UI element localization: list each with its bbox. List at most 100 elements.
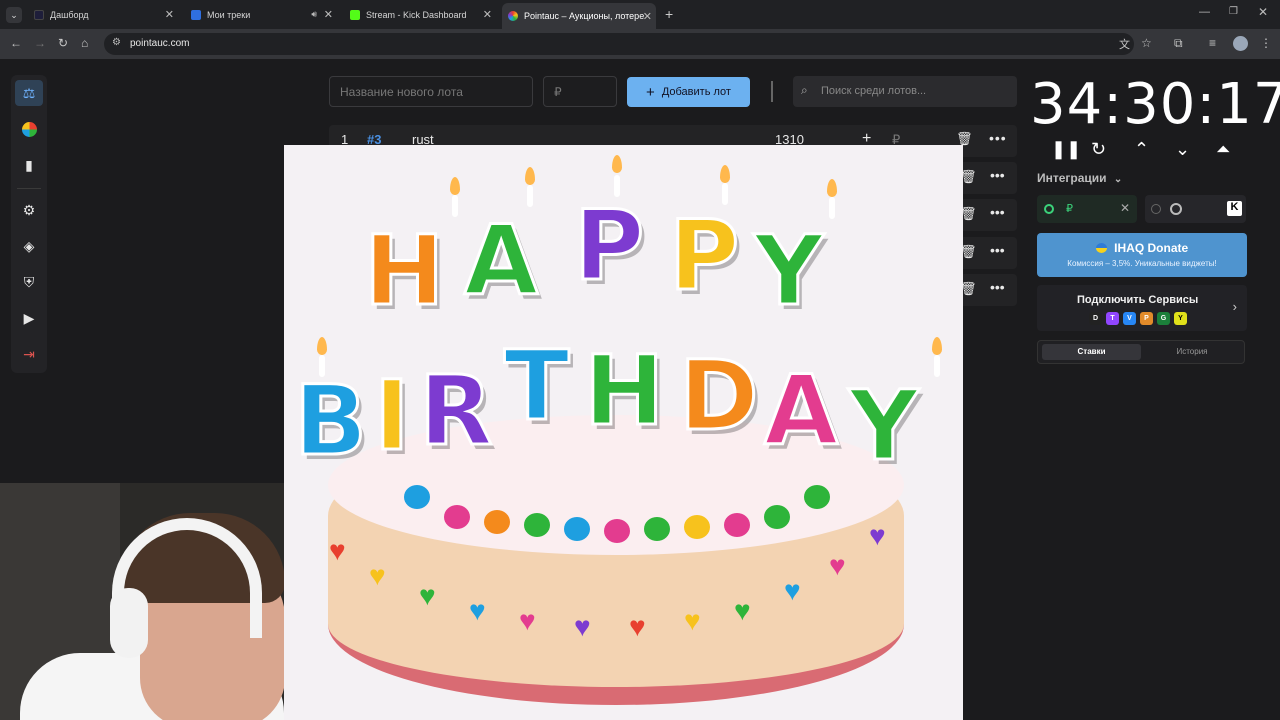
lot-row-actions: 🗑︎ •••	[955, 274, 1017, 306]
new-lot-name-placeholder: Название нового лота	[340, 85, 463, 99]
candy-dot	[644, 517, 670, 541]
candle	[934, 355, 940, 377]
candy-dot	[484, 510, 510, 534]
minimize-icon[interactable]: —	[1199, 6, 1210, 18]
radio-unselected-icon	[1151, 204, 1161, 214]
lot-row-actions: 🗑︎ •••	[955, 199, 1017, 231]
translate-icon[interactable]: 文	[1119, 36, 1130, 52]
tab-favicon-icon	[508, 11, 518, 21]
logout-icon[interactable]: ⇥	[15, 341, 43, 367]
candle	[452, 195, 458, 217]
new-tab-button[interactable]: +	[665, 6, 673, 22]
close-window-icon[interactable]: ✕	[1258, 5, 1268, 19]
more-options-icon[interactable]: •••	[990, 204, 1005, 220]
flame	[450, 177, 460, 195]
back-icon[interactable]: ←	[10, 36, 22, 50]
tab-dashboard[interactable]: Дашборд ✕	[28, 4, 178, 25]
candy-dot	[524, 513, 550, 537]
url-text: pointauc.com	[130, 38, 190, 49]
close-icon[interactable]: ✕	[1120, 201, 1130, 215]
restore-icon[interactable]: ❐	[1229, 6, 1238, 17]
tab-history[interactable]: История	[1142, 347, 1242, 356]
headphone-earcup	[110, 588, 148, 658]
flame	[525, 167, 535, 185]
auction-timer: 34:30:17	[1030, 72, 1280, 137]
auction-icon[interactable]: ⚖	[15, 80, 43, 106]
pause-icon[interactable]: ❚❚	[1051, 139, 1081, 160]
heart-decoration: ♥	[629, 611, 646, 642]
chevron-down-icon[interactable]: ⌄	[1175, 139, 1190, 160]
stats-icon[interactable]: ▮	[15, 152, 43, 178]
lot-row-actions: 🗑︎ •••	[955, 162, 1017, 194]
shield-icon[interactable]: ⛨	[15, 269, 43, 295]
new-lot-amount-input[interactable]: ₽	[543, 76, 617, 107]
tab-search-dropdown-icon[interactable]: ⌄	[6, 7, 22, 23]
add-lot-button[interactable]: + Добавить лот	[627, 77, 750, 107]
more-options-icon[interactable]: •••	[989, 130, 1007, 146]
home-icon[interactable]: ⌂	[81, 36, 88, 50]
ihaq-donate-banner[interactable]: IHAQ Donate Комиссия – 3,5%. Уникальные …	[1037, 233, 1247, 277]
menu-kebab-icon[interactable]: ⋮	[1260, 36, 1272, 50]
happy-letter-p: P	[572, 189, 645, 304]
bookmark-star-icon[interactable]: ☆	[1141, 36, 1152, 50]
heart-decoration: ♥	[519, 605, 536, 636]
heart-decoration: ♥	[784, 575, 801, 606]
reset-timer-icon[interactable]: ↻	[1091, 139, 1106, 160]
connect-services-card[interactable]: Подключить Сервисы D T V P G Y ›	[1037, 285, 1247, 331]
flame	[720, 165, 730, 183]
pointauc-app: ⚖ ▮ ⚙ ◈ ⛨ ▶ ⇥ Название нового лота ₽ + Д…	[0, 59, 1280, 720]
webcam-feed	[0, 483, 284, 720]
toolbar-divider	[771, 81, 773, 102]
donate-title: IHAQ Donate	[1114, 241, 1189, 255]
close-tab-icon[interactable]: ✕	[324, 8, 333, 21]
settings-icon[interactable]: ⚙	[15, 197, 43, 223]
integration-card-active[interactable]: ₽ ✕	[1037, 195, 1137, 223]
heart-decoration: ♥	[574, 611, 591, 642]
reload-icon[interactable]: ↻	[58, 36, 68, 50]
tab-pointauc[interactable]: Pointauc – Аукционы, лотере… ✕	[502, 3, 656, 29]
audio-playing-icon[interactable]: 🔊︎	[311, 9, 317, 20]
candy-dot	[404, 485, 430, 509]
heart-decoration: ♥	[369, 560, 386, 591]
candy-dot	[684, 515, 710, 539]
more-options-icon[interactable]: •••	[990, 167, 1005, 183]
site-info-icon[interactable]: ⚙︎	[112, 37, 121, 48]
chevron-up-icon[interactable]: ⌃	[1134, 139, 1149, 160]
donate-subtitle: Комиссия – 3,5%. Уникальные виджеты!	[1067, 259, 1217, 268]
app-sidebar: ⚖ ▮ ⚙ ◈ ⛨ ▶ ⇥	[11, 75, 47, 373]
profile-avatar[interactable]	[1233, 36, 1248, 51]
media-icon[interactable]: ▶	[15, 305, 43, 331]
url-field[interactable]: ⚙︎ pointauc.com	[104, 33, 1134, 55]
sidebar-divider	[17, 188, 41, 189]
happy-letter-p2: P	[667, 199, 740, 314]
services-title: Подключить Сервисы	[1077, 294, 1199, 306]
tab-kick-dashboard[interactable]: Stream - Kick Dashboard ✕	[344, 4, 496, 25]
close-tab-icon[interactable]: ✕	[483, 8, 492, 21]
forward-icon[interactable]: →	[34, 36, 46, 50]
extensions-icon[interactable]: ⧉	[1174, 36, 1183, 51]
yoomoney-icon: Y	[1174, 312, 1187, 325]
happy-letter-h: H	[362, 214, 445, 329]
heart-decoration: ♥	[684, 605, 701, 636]
layers-icon[interactable]: ◈	[15, 233, 43, 259]
double-chevron-up-icon[interactable]: ⏶	[1216, 139, 1230, 160]
close-tab-icon[interactable]: ✕	[643, 10, 652, 23]
new-lot-name-input[interactable]: Название нового лота	[329, 76, 533, 107]
tab-bets[interactable]: Ставки	[1042, 344, 1141, 360]
tab-my-tracks[interactable]: Мои треки 🔊︎ ✕	[185, 4, 337, 25]
flame	[317, 337, 327, 355]
integrations-toggle[interactable]: Интеграции ⌄	[1037, 171, 1122, 185]
wheel-icon[interactable]	[15, 116, 43, 142]
close-tab-icon[interactable]: ✕	[165, 8, 174, 21]
lot-search-input[interactable]: ⌕ Поиск среди лотов...	[793, 76, 1017, 107]
more-options-icon[interactable]: •••	[990, 242, 1005, 258]
integration-card-kick[interactable]: K	[1145, 195, 1246, 223]
heart-decoration: ♥	[419, 580, 436, 611]
media-control-icon[interactable]: ≡	[1209, 36, 1216, 50]
chevron-down-icon: ⌄	[1113, 174, 1123, 185]
flame	[932, 337, 942, 355]
birthday-letter-t: T	[502, 329, 571, 444]
birthday-letter-r: R	[418, 354, 495, 469]
search-placeholder: Поиск среди лотов...	[821, 85, 927, 97]
more-options-icon[interactable]: •••	[990, 279, 1005, 295]
